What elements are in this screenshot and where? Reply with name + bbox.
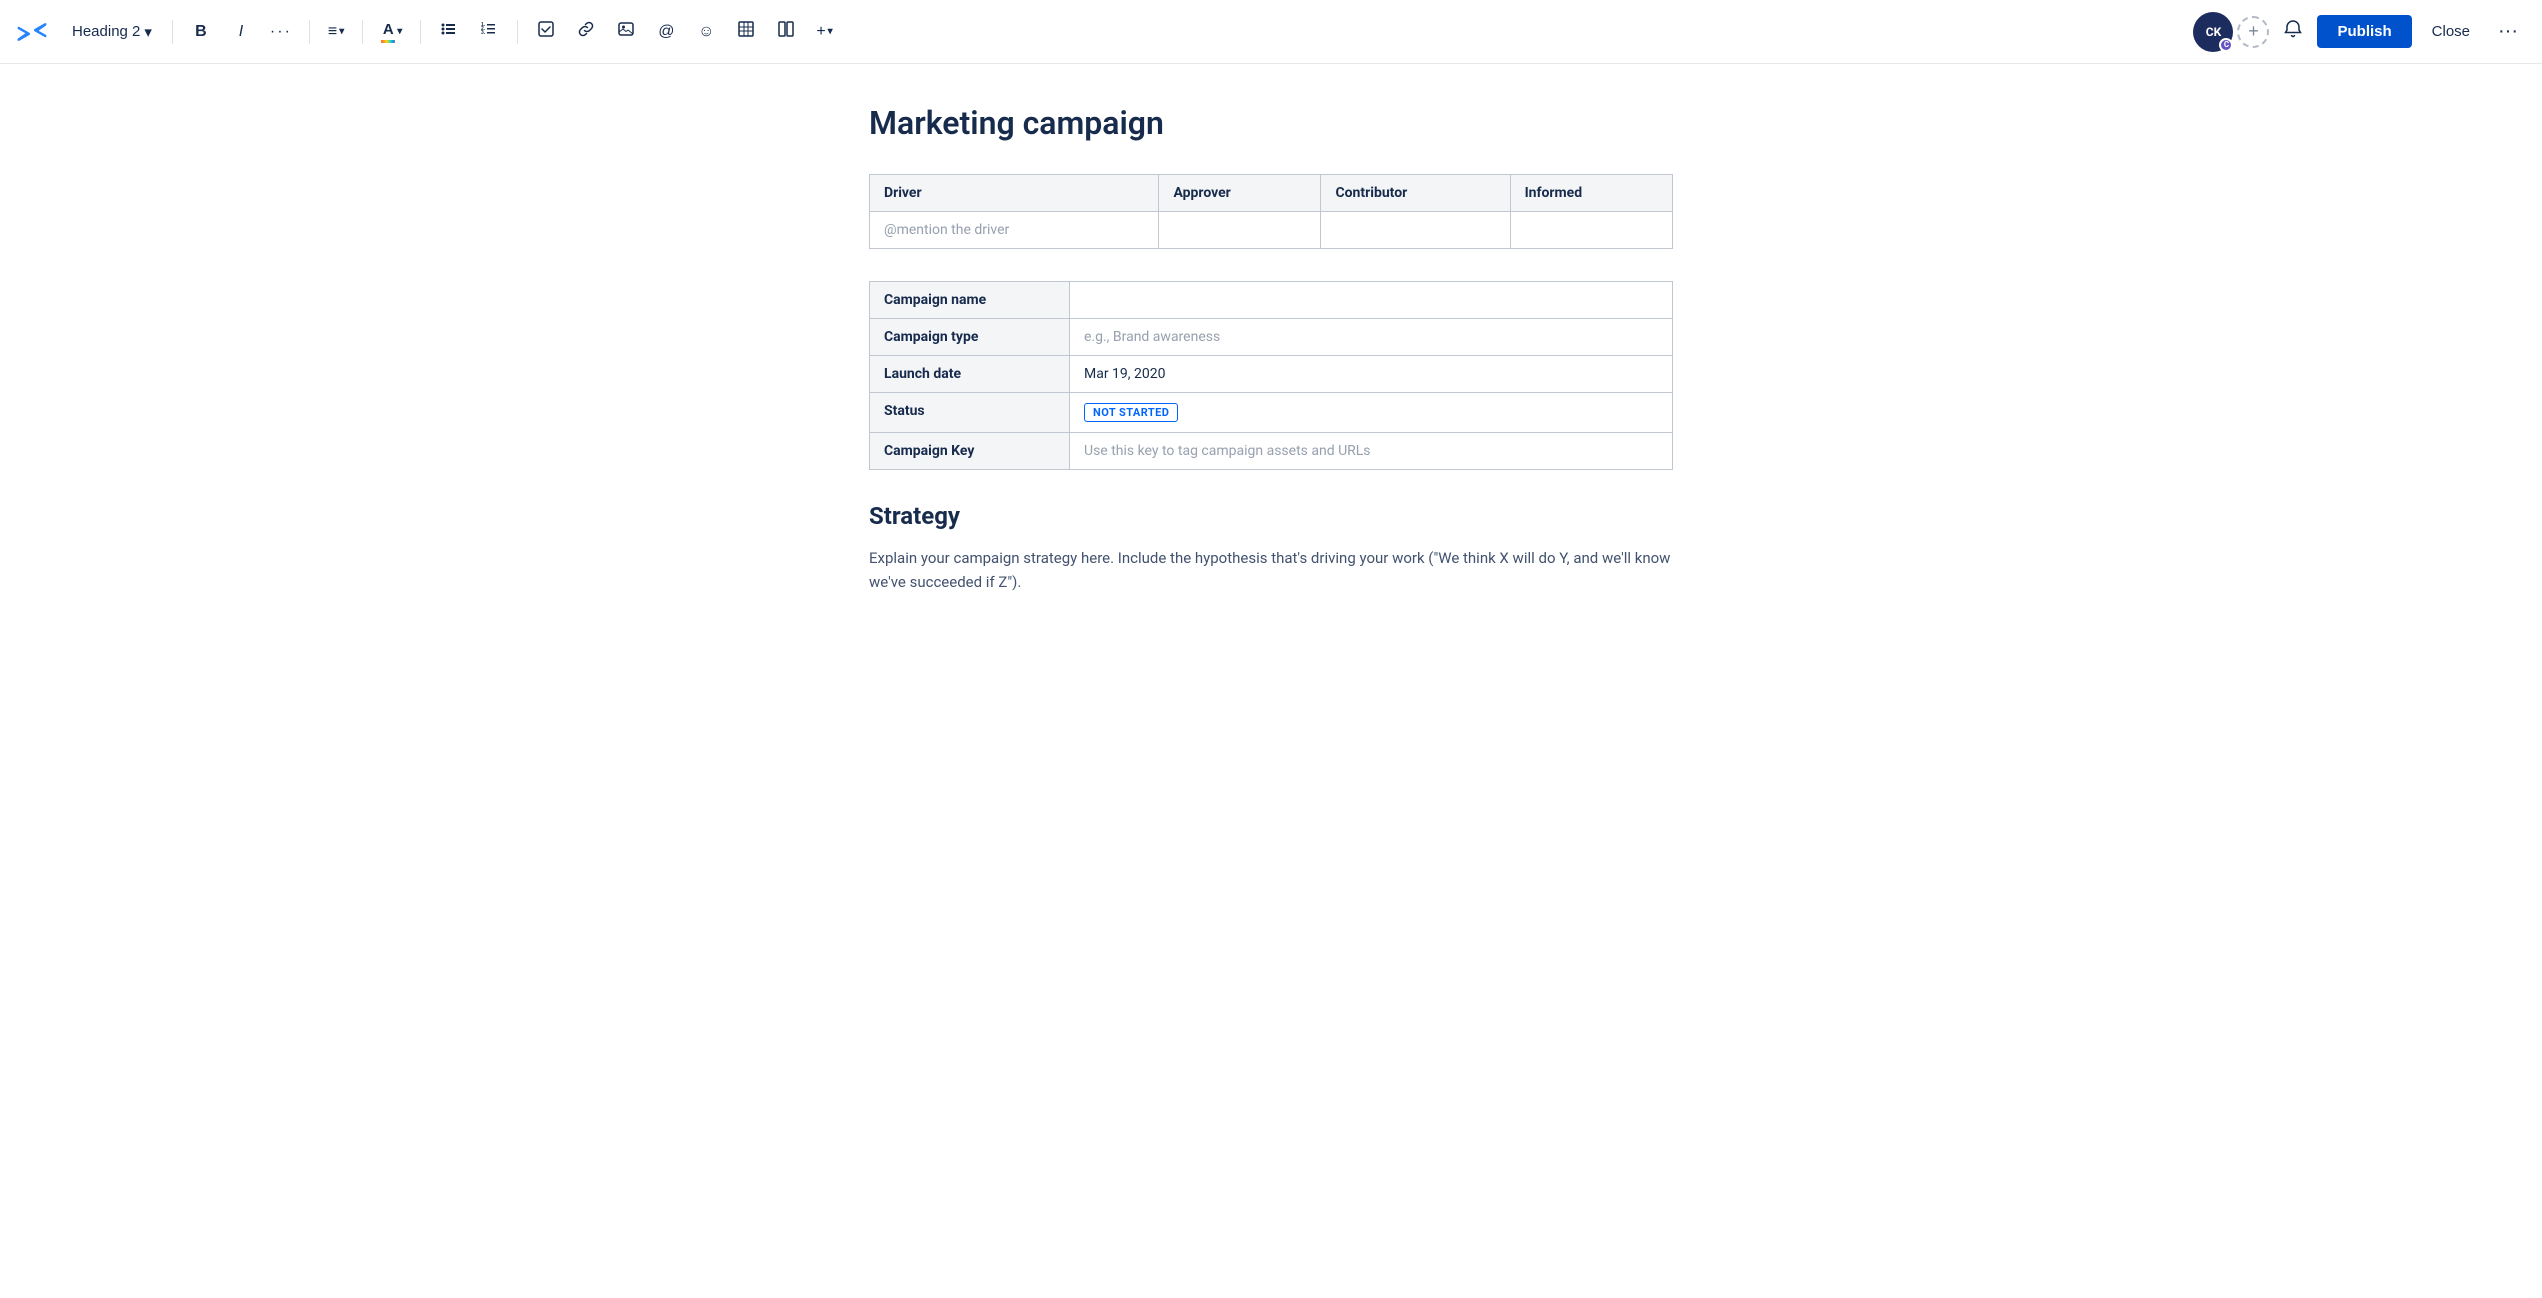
roles-table-wrapper: Driver Approver Contributor Informed @me… [869,174,1673,249]
informed-header: Informed [1510,175,1672,212]
ordered-list-button[interactable]: 1.2.3. [473,16,505,48]
insert-button[interactable]: + ▾ [810,16,838,48]
bold-button[interactable]: B [185,16,217,48]
task-button[interactable] [530,16,562,48]
approver-cell[interactable] [1159,212,1321,249]
collaborators: CK C + [2193,12,2269,52]
driver-cell[interactable]: @mention the driver [870,212,1159,249]
mention-icon: @ [658,23,674,41]
table-button[interactable] [730,16,762,48]
content-area: Marketing campaign Driver Approver Contr… [821,64,1721,674]
strategy-heading: Strategy [869,502,1673,530]
details-table: Campaign nameCampaign typee.g., Brand aw… [869,281,1673,470]
details-table-wrapper: Campaign nameCampaign typee.g., Brand aw… [869,281,1673,470]
details-row: Status NOT STARTED [870,393,1673,433]
strategy-body[interactable]: Explain your campaign strategy here. Inc… [869,546,1673,594]
divider-1 [172,20,173,44]
image-button[interactable] [610,16,642,48]
heading-label: Heading 2 [72,23,140,40]
publish-button[interactable]: Publish [2317,15,2411,48]
layout-button[interactable] [770,16,802,48]
table-icon [738,21,754,42]
divider-5 [517,20,518,44]
plus-icon: + [816,23,825,41]
mention-button[interactable]: @ [650,16,682,48]
informed-cell[interactable] [1510,212,1672,249]
layout-icon [778,21,794,42]
roles-data-row: @mention the driver [870,212,1673,249]
detail-label-2: Launch date [870,356,1070,393]
text-color-button[interactable]: A ▾ [375,16,408,48]
details-row: Launch dateMar 19, 2020 [870,356,1673,393]
align-icon: ≡ [328,23,337,41]
link-icon [578,21,594,42]
image-icon [618,21,634,42]
detail-value-4[interactable]: Use this key to tag campaign assets and … [1070,433,1673,470]
chevron-down-icon: ▾ [397,26,402,37]
contributor-cell[interactable] [1321,212,1510,249]
status-badge: NOT STARTED [1084,403,1178,422]
detail-value-0[interactable] [1070,282,1673,319]
avatar-badge: C [2219,38,2233,52]
detail-label-0: Campaign name [870,282,1070,319]
detail-value-3[interactable]: NOT STARTED [1070,393,1673,433]
divider-4 [420,20,421,44]
emoji-icon: ☺ [698,23,714,41]
roles-header-row: Driver Approver Contributor Informed [870,175,1673,212]
heading-selector[interactable]: Heading 2 ▾ [64,19,160,45]
contributor-header: Contributor [1321,175,1510,212]
more-format-button[interactable]: ··· [265,16,297,48]
close-button[interactable]: Close [2420,15,2482,48]
bell-icon [2283,19,2303,44]
text-color-icon: A [381,21,395,43]
italic-button[interactable]: I [225,16,257,48]
details-row: Campaign name [870,282,1673,319]
more-options-button[interactable]: ··· [2490,16,2526,47]
detail-value-2[interactable]: Mar 19, 2020 [1070,356,1673,393]
detail-label-3: Status [870,393,1070,433]
chevron-down-icon: ▾ [144,23,152,41]
bullet-list-button[interactable] [433,16,465,48]
roles-table: Driver Approver Contributor Informed @me… [869,174,1673,249]
add-collaborator-button[interactable]: + [2237,16,2269,48]
details-row: Campaign KeyUse this key to tag campaign… [870,433,1673,470]
avatar[interactable]: CK C [2193,12,2233,52]
approver-header: Approver [1159,175,1321,212]
emoji-button[interactable]: ☺ [690,16,722,48]
driver-header: Driver [870,175,1159,212]
details-row: Campaign typee.g., Brand awareness [870,319,1673,356]
detail-value-1[interactable]: e.g., Brand awareness [1070,319,1673,356]
divider-3 [362,20,363,44]
divider-2 [309,20,310,44]
toolbar: Heading 2 ▾ B I ··· ≡ ▾ A ▾ 1.2.3. [0,0,2542,64]
chevron-down-icon: ▾ [339,26,344,37]
page-title[interactable]: Marketing campaign [869,104,1673,142]
chevron-down-icon: ▾ [828,26,833,37]
task-icon [538,21,554,42]
notify-button[interactable] [2277,16,2309,48]
svg-text:3.: 3. [481,30,486,36]
link-button[interactable] [570,16,602,48]
ordered-list-icon: 1.2.3. [481,21,497,42]
align-button[interactable]: ≡ ▾ [322,16,350,48]
detail-label-1: Campaign type [870,319,1070,356]
confluence-logo-icon[interactable] [16,16,48,48]
bullet-list-icon [441,21,457,42]
detail-label-4: Campaign Key [870,433,1070,470]
